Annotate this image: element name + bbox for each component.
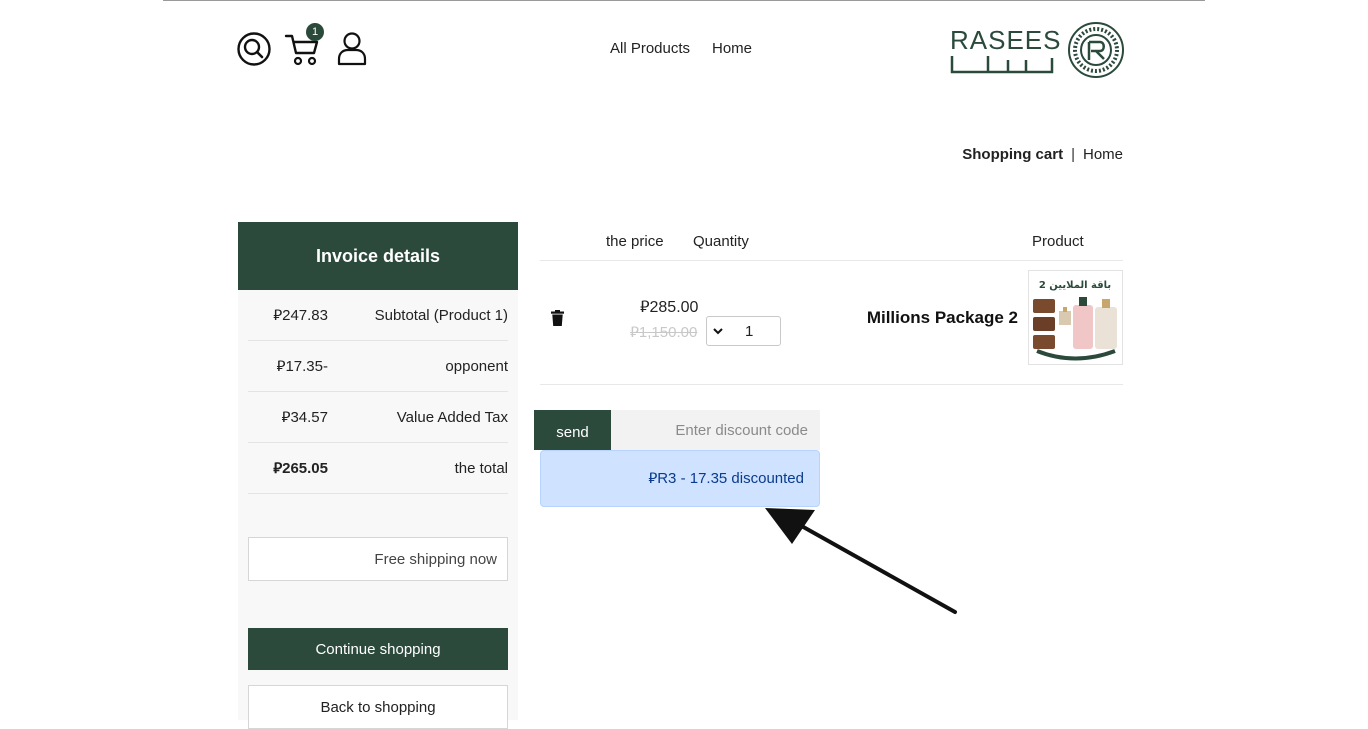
invoice-value: ⃁34.57 (281, 408, 328, 426)
table-divider (540, 384, 1123, 385)
column-header-price: the price (606, 233, 664, 250)
item-price: ⃁285.00 (640, 299, 699, 316)
product-image[interactable]: باقة الملايين 2 (1028, 270, 1123, 365)
invoice-panel: Invoice details ⃁247.83 Subtotal (Produc… (238, 222, 518, 729)
discount-applied-alert: ⃁R3 - 17.35 discounted (540, 450, 820, 507)
invoice-label: Subtotal (Product 1) (374, 306, 508, 324)
invoice-row-total: ⃁265.05 the total (248, 443, 508, 494)
breadcrumb-separator: | (1071, 146, 1075, 163)
discount-code-input[interactable] (611, 410, 820, 450)
quantity-select[interactable]: 1 (706, 316, 781, 346)
search-icon[interactable] (236, 31, 272, 67)
continue-shopping-button[interactable]: Continue shopping (248, 628, 508, 670)
invoice-label: the total (454, 459, 508, 477)
quantity-value: 1 (745, 322, 754, 340)
breadcrumb-current: Shopping cart (962, 146, 1064, 163)
nav-home[interactable]: Home (712, 40, 752, 57)
invoice-value: ⃁17.35- (276, 357, 328, 375)
invoice-label: opponent (445, 357, 508, 375)
item-original-price: ⃁1,150.00 (630, 324, 698, 341)
svg-text:باقة الملايين 2: باقة الملايين 2 (1039, 280, 1111, 291)
cart-count-badge: 1 (306, 23, 324, 41)
invoice-title: Invoice details (238, 222, 518, 290)
column-header-product: Product (1032, 233, 1084, 250)
back-to-shopping-button[interactable]: Back to shopping (248, 685, 508, 729)
annotation-arrow-icon (765, 508, 957, 614)
top-divider (163, 0, 1205, 1)
nav-all-products[interactable]: All Products (610, 40, 690, 57)
product-name[interactable]: Millions Package 2 (867, 308, 1018, 328)
table-divider (540, 260, 1123, 261)
invoice-label: Value Added Tax (396, 408, 508, 426)
free-shipping-notice: Free shipping now (248, 537, 508, 581)
user-icon[interactable] (336, 31, 368, 67)
send-discount-button[interactable]: send (534, 410, 611, 450)
discount-form: send (534, 410, 820, 450)
column-header-quantity: Quantity (693, 233, 749, 250)
trash-icon[interactable] (551, 310, 564, 326)
invoice-row-discount: ⃁17.35- opponent (248, 341, 508, 392)
invoice-value: ⃁265.05 (273, 459, 328, 477)
chevron-down-icon (709, 317, 727, 345)
breadcrumb: Shopping cart | Home (962, 146, 1123, 163)
invoice-value: ⃁247.83 (273, 306, 328, 324)
svg-text:RASEES: RASEES (950, 25, 1062, 55)
breadcrumb-home[interactable]: Home (1083, 146, 1123, 163)
invoice-row-subtotal: ⃁247.83 Subtotal (Product 1) (248, 290, 508, 341)
invoice-row-vat: ⃁34.57 Value Added Tax (248, 392, 508, 443)
rasees-logo[interactable]: RASEES (948, 22, 1128, 82)
